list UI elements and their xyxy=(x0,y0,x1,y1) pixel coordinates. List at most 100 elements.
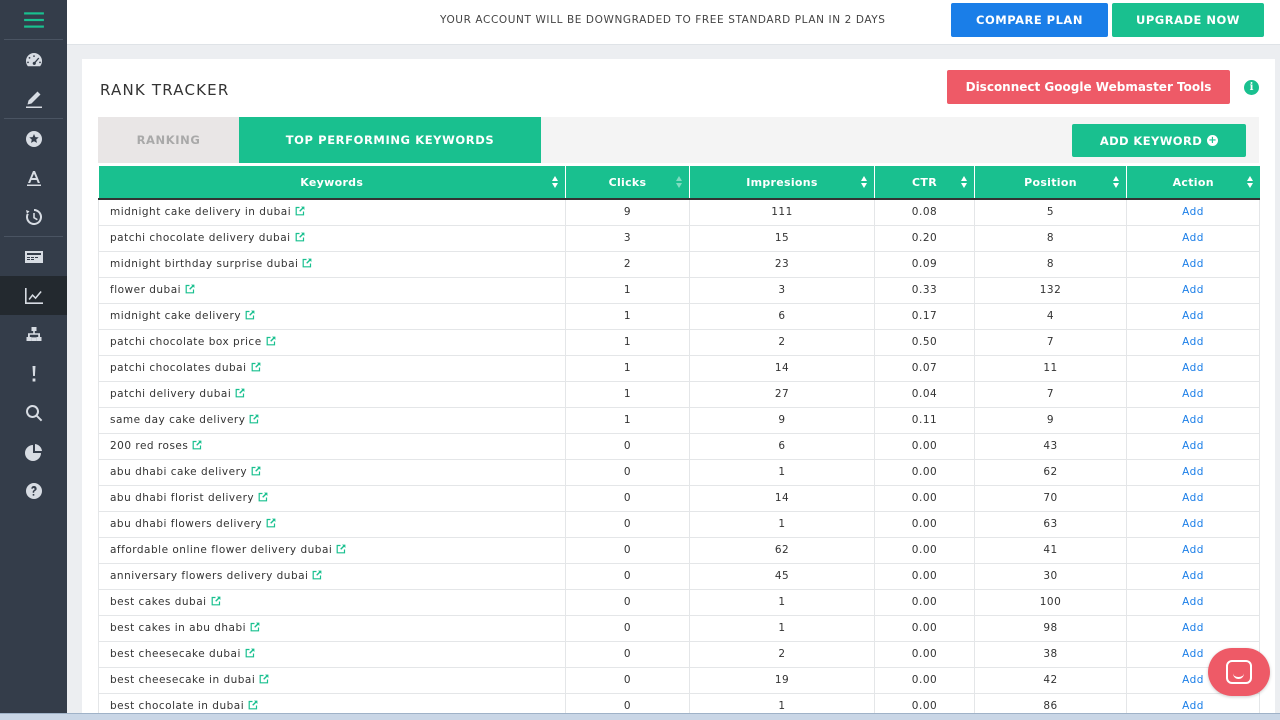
sort-icon[interactable] xyxy=(1246,176,1254,189)
action-cell[interactable]: Add xyxy=(1126,485,1260,512)
action-cell[interactable]: Add xyxy=(1126,303,1260,330)
keywords-table: Keywords Clicks Impresions CTR Position … xyxy=(98,166,1260,720)
external-link-icon[interactable] xyxy=(295,232,305,245)
info-icon[interactable]: i xyxy=(1244,80,1259,95)
add-link[interactable]: Add xyxy=(1182,414,1204,426)
clicks-cell: 0 xyxy=(565,563,690,590)
text-icon[interactable] xyxy=(0,158,67,197)
external-link-icon[interactable] xyxy=(249,414,259,427)
external-link-icon[interactable] xyxy=(248,700,258,713)
add-link[interactable]: Add xyxy=(1182,518,1204,530)
add-link[interactable]: Add xyxy=(1182,258,1204,270)
external-link-icon[interactable] xyxy=(251,466,261,479)
external-link-icon[interactable] xyxy=(259,674,269,687)
external-link-icon[interactable] xyxy=(211,596,221,609)
action-cell[interactable]: Add xyxy=(1126,459,1260,486)
external-link-icon[interactable] xyxy=(266,518,276,531)
column-header-position[interactable]: Position xyxy=(974,166,1127,200)
action-cell[interactable]: Add xyxy=(1126,225,1260,252)
menu-icon[interactable] xyxy=(0,0,67,39)
action-cell[interactable]: Add xyxy=(1126,251,1260,278)
add-link[interactable]: Add xyxy=(1182,206,1204,218)
column-header-action[interactable]: Action xyxy=(1126,166,1260,200)
add-link[interactable]: Add xyxy=(1182,492,1204,504)
exclamation-icon[interactable] xyxy=(0,354,67,393)
external-link-icon[interactable] xyxy=(336,544,346,557)
action-cell[interactable]: Add xyxy=(1126,615,1260,642)
action-cell[interactable]: Add xyxy=(1126,355,1260,382)
action-cell[interactable]: Add xyxy=(1126,381,1260,408)
add-link[interactable]: Add xyxy=(1182,388,1204,400)
external-link-icon[interactable] xyxy=(312,570,322,583)
add-link[interactable]: Add xyxy=(1182,596,1204,608)
sort-icon[interactable] xyxy=(1113,176,1120,189)
external-link-icon[interactable] xyxy=(302,258,312,271)
impressions-cell: 1 xyxy=(689,589,875,616)
position-cell: 30 xyxy=(974,563,1127,590)
help-icon[interactable] xyxy=(0,471,67,510)
ctr-cell: 0.20 xyxy=(874,225,975,252)
add-link[interactable]: Add xyxy=(1182,570,1204,582)
sort-icon[interactable] xyxy=(861,176,868,189)
external-link-icon[interactable] xyxy=(185,284,195,297)
external-link-icon[interactable] xyxy=(235,388,245,401)
add-link[interactable]: Add xyxy=(1182,440,1204,452)
action-cell[interactable]: Add xyxy=(1126,589,1260,616)
dashboard-icon[interactable] xyxy=(0,40,67,79)
history-icon[interactable] xyxy=(0,197,67,236)
column-header-keywords[interactable]: Keywords xyxy=(98,166,566,200)
action-cell[interactable]: Add xyxy=(1126,433,1260,460)
ctr-cell: 0.00 xyxy=(874,485,975,512)
external-link-icon[interactable] xyxy=(245,310,255,323)
action-cell[interactable]: Add xyxy=(1126,563,1260,590)
sort-icon[interactable] xyxy=(552,176,559,189)
add-link[interactable]: Add xyxy=(1182,310,1204,322)
add-link[interactable]: Add xyxy=(1182,674,1204,686)
add-link[interactable]: Add xyxy=(1182,648,1204,660)
add-keyword-button[interactable]: ADD KEYWORD + xyxy=(1072,124,1246,157)
add-link[interactable]: Add xyxy=(1182,544,1204,556)
action-cell[interactable]: Add xyxy=(1126,407,1260,434)
external-link-icon[interactable] xyxy=(250,622,260,635)
add-link[interactable]: Add xyxy=(1182,284,1204,296)
sort-icon[interactable] xyxy=(961,176,968,189)
column-header-impressions[interactable]: Impresions xyxy=(689,166,875,200)
sort-icon[interactable] xyxy=(676,176,683,189)
top-bar: YOUR ACCOUNT WILL BE DOWNGRADED TO FREE … xyxy=(67,0,1280,45)
pencil-icon[interactable] xyxy=(0,79,67,118)
add-link[interactable]: Add xyxy=(1182,336,1204,348)
external-link-icon[interactable] xyxy=(266,336,276,349)
external-link-icon[interactable] xyxy=(295,206,305,219)
upgrade-now-button[interactable]: UPGRADE NOW xyxy=(1112,3,1264,37)
line-chart-icon[interactable] xyxy=(0,276,67,315)
external-link-icon[interactable] xyxy=(258,492,268,505)
disconnect-webmaster-tools-button[interactable]: Disconnect Google Webmaster Tools xyxy=(947,70,1230,104)
external-link-icon[interactable] xyxy=(245,648,255,661)
column-header-ctr[interactable]: CTR xyxy=(874,166,975,200)
action-cell[interactable]: Add xyxy=(1126,199,1260,226)
add-link[interactable]: Add xyxy=(1182,232,1204,244)
external-link-icon[interactable] xyxy=(192,440,202,453)
tab-top-performing-keywords[interactable]: TOP PERFORMING KEYWORDS xyxy=(239,117,541,163)
external-link-icon[interactable] xyxy=(251,362,261,375)
pie-chart-icon[interactable] xyxy=(0,432,67,471)
action-cell[interactable]: Add xyxy=(1126,537,1260,564)
compare-plan-button[interactable]: COMPARE PLAN xyxy=(951,3,1108,37)
add-link[interactable]: Add xyxy=(1182,466,1204,478)
table-header-row: Keywords Clicks Impresions CTR Position … xyxy=(98,166,1260,200)
chat-icon[interactable] xyxy=(1208,648,1270,696)
sitemap-icon[interactable] xyxy=(0,315,67,354)
impressions-cell: 6 xyxy=(689,433,875,460)
card-icon[interactable] xyxy=(0,237,67,276)
action-cell[interactable]: Add xyxy=(1126,511,1260,538)
action-cell[interactable]: Add xyxy=(1126,277,1260,304)
add-link[interactable]: Add xyxy=(1182,700,1204,712)
search-icon[interactable] xyxy=(0,393,67,432)
star-icon[interactable] xyxy=(0,119,67,158)
clicks-cell: 0 xyxy=(565,511,690,538)
add-link[interactable]: Add xyxy=(1182,362,1204,374)
column-header-clicks[interactable]: Clicks xyxy=(565,166,690,200)
tab-ranking[interactable]: RANKING xyxy=(98,117,239,163)
add-link[interactable]: Add xyxy=(1182,622,1204,634)
action-cell[interactable]: Add xyxy=(1126,329,1260,356)
